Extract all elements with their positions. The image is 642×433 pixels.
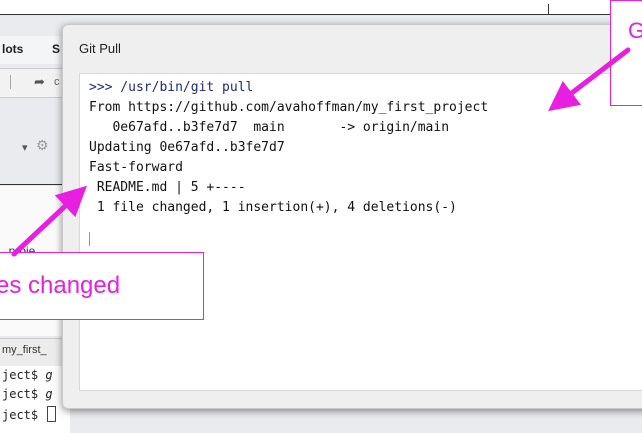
tab-plots[interactable]: lots: [2, 42, 23, 56]
text-cursor: [89, 232, 90, 246]
output-line: 1 file changed, 1 insertion(+), 4 deleti…: [89, 200, 457, 215]
gear-icon[interactable]: ⚙: [36, 137, 49, 154]
output-line: Updating 0e67afd..b3fe7d7: [89, 140, 285, 155]
terminal-cursor: [47, 406, 57, 422]
terminal-line: ject$ g: [2, 368, 53, 382]
git-output-console[interactable]: >>> /usr/bin/git pull From https://githu…: [79, 73, 642, 391]
dialog-title: Git Pull: [79, 41, 121, 56]
toolbar-label: c: [54, 76, 60, 88]
output-line: >>> /usr/bin/git pull: [89, 80, 254, 95]
pane-divider: [0, 184, 70, 185]
tab-s[interactable]: S: [52, 42, 60, 56]
output-line: From https://github.com/avahoffman/my_fi…: [89, 100, 489, 115]
terminal-line: ject$: [2, 406, 57, 422]
annotation-text-left: es changed: [0, 272, 121, 299]
annotation-callout-right: [610, 0, 642, 106]
terminal-tab[interactable]: my_first_: [2, 344, 47, 356]
output-line: 0e67afd..b3fe7d7 main -> origin/main: [89, 120, 450, 135]
terminal-line: ject$ g: [2, 387, 53, 401]
top-bar-divider: [548, 4, 549, 14]
output-line: README.md | 5 +----: [89, 180, 246, 195]
git-pull-dialog: Git Pull >>> /usr/bin/git pull From http…: [62, 24, 642, 409]
output-line: Fast-forward: [89, 160, 183, 175]
forward-arrow-icon[interactable]: ➦: [34, 74, 45, 90]
annotation-text-right: G: [628, 18, 642, 43]
chevron-down-icon[interactable]: ▾: [22, 141, 28, 154]
toolbar-separator: [10, 75, 11, 89]
window-top-bar: [0, 0, 642, 15]
